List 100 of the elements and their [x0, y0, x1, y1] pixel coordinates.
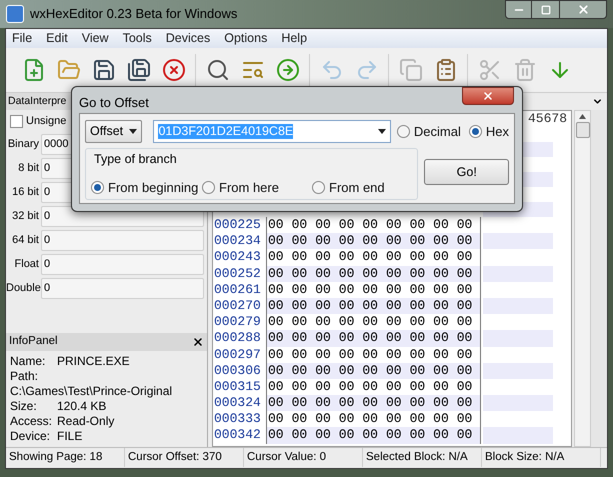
- hex-byte: 00: [408, 427, 426, 444]
- hex-byte: 00: [432, 395, 450, 412]
- hex-byte: 00: [432, 427, 450, 444]
- hex-byte: 00: [361, 298, 379, 314]
- hex-byte: 00: [290, 298, 308, 314]
- hex-byte: 00: [338, 282, 356, 298]
- hex-byte: 00: [314, 298, 332, 314]
- hex-byte: 00: [384, 330, 403, 346]
- hex-byte: 00: [338, 427, 356, 444]
- hex-byte: 00: [432, 411, 450, 428]
- info-value: Read-Only: [57, 412, 114, 430]
- hex-byte: 00: [361, 362, 379, 379]
- hex-byte: 00: [314, 249, 332, 266]
- hex-byte: 00: [361, 346, 379, 363]
- hex-byte: 00: [314, 346, 332, 363]
- hex-byte: 00: [408, 233, 426, 250]
- hex-byte: 00: [338, 330, 356, 346]
- hex-byte: 00: [338, 378, 356, 396]
- hex-byte: 00: [314, 266, 332, 282]
- hex-byte: 00: [361, 411, 379, 428]
- hex-byte: 00: [267, 330, 285, 346]
- hex-byte: 00: [456, 314, 474, 330]
- hex-byte: 00: [338, 314, 356, 330]
- hex-byte: 00: [314, 411, 332, 428]
- hex-byte: 00: [408, 395, 426, 412]
- hex-byte: 00: [290, 314, 308, 330]
- field-label: Binary: [6, 136, 40, 152]
- hex-byte: 00: [384, 378, 403, 396]
- hex-byte: 00: [314, 395, 332, 412]
- hex-byte: 00: [384, 233, 403, 250]
- status-text: Showing Page: 18: [6, 448, 125, 467]
- hex-byte: 00: [432, 330, 450, 346]
- hex-byte: 00: [267, 266, 285, 282]
- hex-byte: 00: [314, 217, 332, 234]
- hex-byte: 00: [456, 233, 474, 250]
- hex-byte: 00: [267, 314, 285, 330]
- hex-byte: 00: [267, 378, 285, 396]
- hex-byte: 00: [384, 314, 403, 330]
- hex-byte: 00: [314, 330, 332, 346]
- hex-byte: 00: [361, 378, 379, 396]
- hex-byte: 00: [408, 411, 426, 428]
- hex-byte: 00: [456, 362, 474, 379]
- hex-byte: 00: [290, 330, 308, 346]
- hex-byte: 00: [290, 217, 308, 234]
- hex-byte: 00: [267, 249, 285, 266]
- field-label: 16 bit: [11, 184, 40, 200]
- info-value: PRINCE.EXE: [57, 352, 130, 370]
- hex-byte: 00: [384, 346, 403, 363]
- hex-byte: 00: [408, 346, 426, 363]
- hex-byte: 00: [456, 282, 474, 298]
- hex-byte: 00: [384, 217, 403, 234]
- hex-byte: 00: [267, 217, 285, 234]
- hex-byte: 00: [432, 266, 450, 282]
- hex-byte: 00: [338, 298, 356, 314]
- hex-byte: 00: [456, 346, 474, 363]
- hex-byte: 00: [432, 249, 450, 266]
- hex-byte: 00: [432, 282, 450, 298]
- info-value: FILE: [57, 428, 82, 444]
- info-value: C:\Games\Test\Prince-Original: [10, 382, 172, 400]
- hex-byte: 00: [290, 378, 308, 396]
- hex-byte: 00: [314, 362, 332, 379]
- info-label: Path:: [10, 368, 40, 384]
- hex-byte: 00: [432, 346, 450, 363]
- hex-byte: 00: [267, 282, 285, 298]
- hex-byte: 00: [267, 298, 285, 314]
- dialog-title: Go to Offset: [79, 94, 149, 112]
- hex-byte: 00: [290, 362, 308, 379]
- hex-byte: 00: [314, 378, 332, 396]
- hex-byte: 00: [290, 266, 308, 282]
- hex-byte: 00: [290, 427, 308, 444]
- hex-byte: 00: [432, 298, 450, 314]
- hex-byte: 00: [384, 427, 403, 444]
- hex-byte: 00: [338, 233, 356, 250]
- hex-byte: 00: [408, 298, 426, 314]
- hex-byte: 00: [456, 266, 474, 282]
- hex-byte: 00: [338, 346, 356, 363]
- hex-byte: 00: [384, 298, 403, 314]
- hex-byte: 00: [290, 346, 308, 363]
- hex-byte: 00: [290, 249, 308, 266]
- hex-byte: 00: [314, 314, 332, 330]
- hex-byte: 00: [408, 330, 426, 346]
- hex-byte: 00: [338, 249, 356, 266]
- hex-byte: 00: [361, 395, 379, 412]
- hex-byte: 00: [408, 282, 426, 298]
- hex-byte: 00: [384, 266, 403, 282]
- window-title: wxHexEditor 0.23 Beta for Windows: [30, 5, 238, 24]
- group-title: Type of branch: [94, 151, 178, 168]
- hex-byte: 00: [267, 395, 285, 412]
- hex-byte: 00: [456, 411, 474, 428]
- hex-byte: 00: [456, 427, 474, 444]
- hex-byte: 00: [361, 233, 379, 250]
- field-label: 32 bit: [11, 208, 40, 224]
- column-header: 45678: [528, 111, 567, 127]
- hex-byte: 00: [267, 427, 285, 444]
- field-label: Float: [14, 256, 40, 272]
- info-label: Access:: [10, 412, 54, 430]
- hex-byte: 00: [456, 330, 474, 346]
- hex-byte: 00: [456, 378, 474, 396]
- hex-byte: 00: [432, 314, 450, 330]
- status-text: Selected Block: N/A: [363, 448, 482, 467]
